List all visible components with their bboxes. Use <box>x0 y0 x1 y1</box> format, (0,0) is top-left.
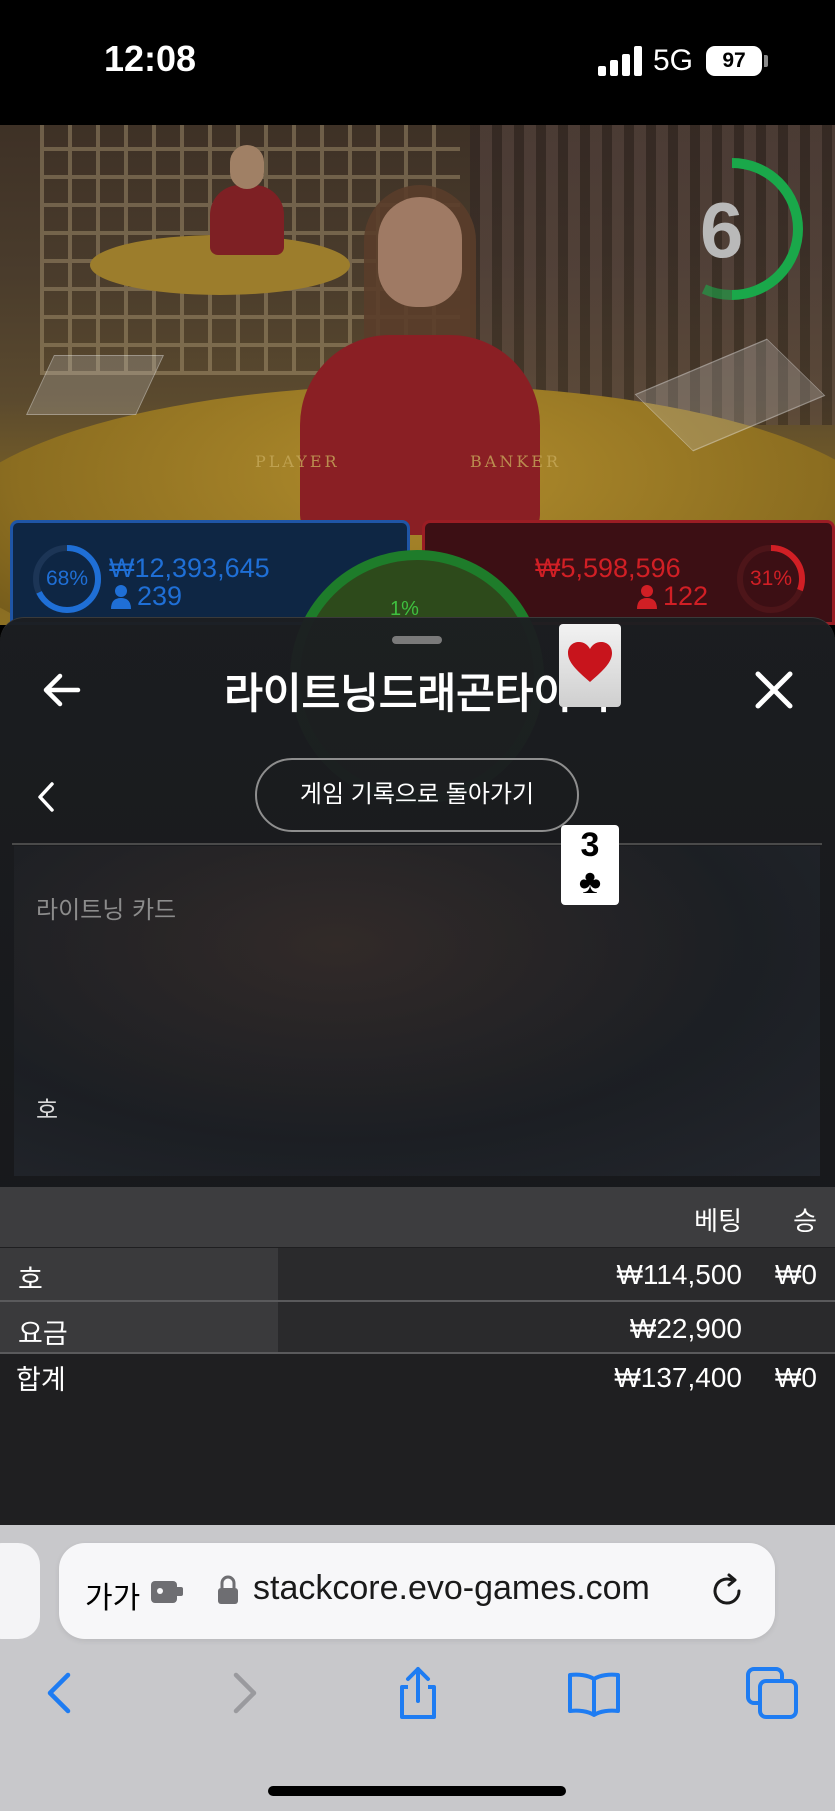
lock-icon <box>218 1575 238 1604</box>
heart-icon <box>568 642 612 682</box>
text-size-button[interactable]: 가가 <box>85 1573 140 1617</box>
divider <box>12 843 822 845</box>
browser-toolbar: 가가 stackcore.evo-games.com <box>0 1525 835 1811</box>
club-icon: ♣ <box>578 863 602 901</box>
countdown-number: 6 <box>700 186 744 274</box>
share-icon[interactable] <box>390 1665 446 1721</box>
user-icon <box>111 585 131 609</box>
bets-table: 베팅 승 호 ₩114,500 ₩0 요금 ₩22,900 합계 ₩137,40… <box>0 1187 835 1525</box>
back-icon[interactable] <box>34 1665 90 1721</box>
table-row: 호 ₩114,500 ₩0 <box>0 1248 835 1300</box>
battery-tip <box>764 55 768 67</box>
player-percent: 68% <box>45 567 89 590</box>
background-dealer <box>210 185 284 255</box>
banker-count: 122 <box>663 581 709 611</box>
banker-amount: ₩5,598,596 <box>535 553 681 583</box>
row-label: 요금 <box>18 1319 68 1350</box>
bets-table-header: 베팅 승 <box>0 1187 835 1247</box>
total-win-amount: ₩0 <box>775 1362 817 1393</box>
player-amount: ₩12,393,645 <box>109 553 270 583</box>
player-count: 239 <box>137 581 183 611</box>
bookmarks-icon[interactable] <box>566 1665 622 1721</box>
panel-title: 라이트닝드래곤타이거 <box>224 669 611 718</box>
header-win: 승 <box>793 1207 817 1237</box>
table-label-player: PLAYER <box>255 452 340 471</box>
tiger-card: 3 ♣ <box>561 825 619 905</box>
row-bet-amount: ₩22,900 <box>629 1313 742 1344</box>
home-indicator <box>268 1786 566 1796</box>
cell-signal-icon <box>598 46 642 76</box>
lightning-card-label: 라이트닝 카드 <box>36 896 177 924</box>
previous-tab[interactable] <box>0 1543 40 1639</box>
tabs-icon[interactable] <box>744 1665 800 1721</box>
extension-icon[interactable] <box>151 1577 185 1605</box>
user-icon <box>637 585 657 609</box>
address-bar[interactable]: 가가 stackcore.evo-games.com <box>59 1543 775 1639</box>
total-label: 합계 <box>16 1365 66 1396</box>
row-win-amount: ₩0 <box>775 1259 817 1290</box>
chevron-left-icon[interactable] <box>34 780 58 814</box>
clock: 12:08 <box>104 38 197 79</box>
reload-icon[interactable] <box>709 1573 745 1609</box>
row-bet-amount: ₩114,500 <box>616 1259 742 1290</box>
screen: 12:08 5G 97 PLAYER BANKER 6 68% ₩12,393,… <box>0 0 835 1811</box>
background-dealer-head <box>230 145 264 189</box>
cards-area: 라이트닝 카드 호 <box>14 846 820 1176</box>
sheet-grabber[interactable] <box>392 636 442 644</box>
arrow-left-icon[interactable] <box>38 666 86 714</box>
battery-icon: 97 <box>706 46 762 76</box>
forward-icon[interactable] <box>214 1665 270 1721</box>
back-to-history-button[interactable]: 게임 기록으로 돌아가기 <box>255 758 579 832</box>
url-text[interactable]: stackcore.evo-games.com <box>253 1569 650 1608</box>
table-row: 요금 ₩22,900 <box>0 1302 835 1354</box>
tiger-card-rank: 3 <box>580 826 600 864</box>
header-bet: 베팅 <box>694 1207 742 1237</box>
lightning-card <box>559 624 621 707</box>
total-bet-amount: ₩137,400 <box>614 1362 742 1393</box>
tiger-label: 호 <box>36 1096 59 1124</box>
status-bar: 12:08 5G 97 <box>0 0 835 125</box>
banker-percent: 31% <box>749 567 793 590</box>
dealer <box>300 335 540 535</box>
close-icon[interactable] <box>750 666 798 714</box>
network-type: 5G <box>653 44 694 77</box>
total-row: 합계 ₩137,400 ₩0 <box>0 1354 835 1406</box>
table-label-banker: BANKER <box>470 452 561 471</box>
dealer-head <box>378 197 462 307</box>
row-label: 호 <box>18 1265 43 1296</box>
